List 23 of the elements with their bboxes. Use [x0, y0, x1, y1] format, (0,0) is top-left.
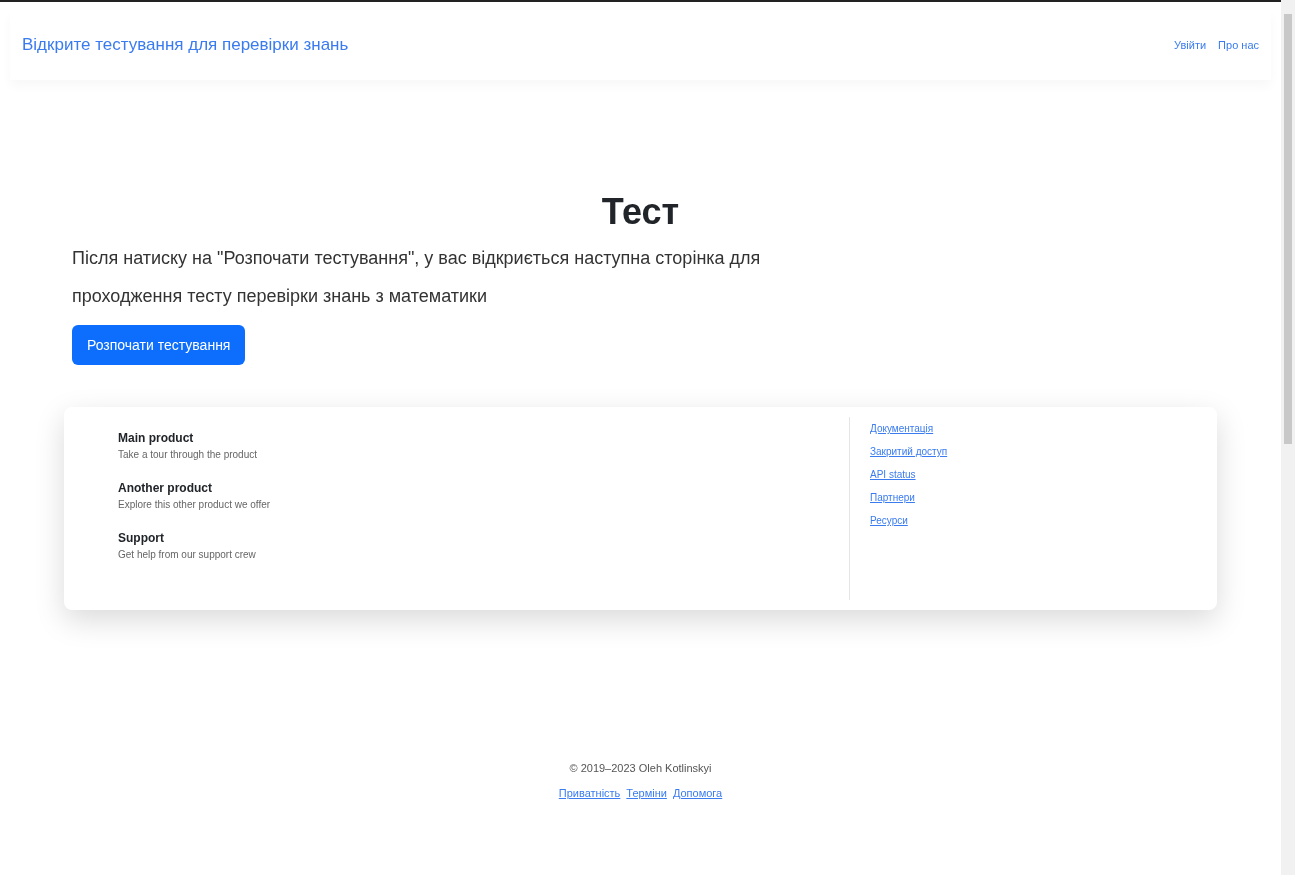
resource-link[interactable]: Документація: [870, 421, 934, 436]
scrollbar-thumb[interactable]: [1284, 14, 1292, 444]
resource-link[interactable]: Закритий доступ: [870, 444, 948, 459]
nav-link[interactable]: Увійти: [1174, 36, 1207, 54]
product-title[interactable]: Main product: [118, 429, 849, 447]
product-description: Explore this other product we offer: [118, 498, 272, 512]
footer-link[interactable]: Терміни: [626, 784, 667, 801]
brand-link[interactable]: Відкрите тестування для перевірки знань: [22, 32, 349, 58]
footer-link[interactable]: Допомога: [672, 784, 723, 801]
resource-link[interactable]: Ресурси: [870, 513, 908, 528]
intro-paragraph: Після натиску на "Розпочати тестування", у вас відкриється наступна сторінка для проходження тесту перевірки знань з математики: [72, 247, 762, 308]
product-title[interactable]: Another product: [118, 479, 849, 497]
copyright-text: © 2019–2023 Oleh Kotlinskyi: [569, 761, 712, 776]
nav-link[interactable]: Про нас: [1218, 36, 1259, 54]
resource-link[interactable]: API status: [870, 467, 916, 482]
scrollbar[interactable]: [1281, 0, 1295, 875]
product-title[interactable]: Support: [118, 529, 849, 547]
resource-link[interactable]: Партнери: [870, 490, 915, 505]
product-description: Get help from our support crew: [118, 548, 257, 562]
page-heading: Тест: [600, 190, 681, 234]
product-description: Take a tour through the product: [118, 448, 258, 462]
footer-link[interactable]: Приватність: [558, 784, 621, 801]
start-button[interactable]: Розпочати тестування: [72, 325, 246, 365]
